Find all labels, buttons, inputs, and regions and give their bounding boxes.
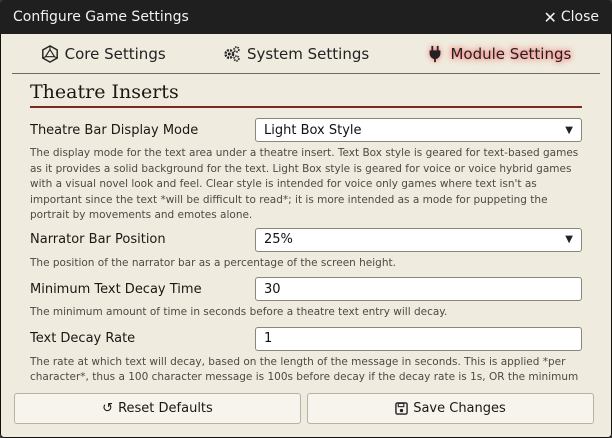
setting-hint: The minimum amount of time in seconds be… <box>30 306 448 318</box>
close-button[interactable]: ✕ Close <box>543 8 599 27</box>
chevron-down-icon: ▼ <box>565 124 573 136</box>
window-title: Configure Game Settings <box>13 9 189 25</box>
save-icon <box>395 402 408 415</box>
setting-row: Minimum Text Decay Time 30 <box>30 277 582 301</box>
settings-tabs: Core Settings System Settings Module Set… <box>12 34 600 74</box>
input-value: 1 <box>264 331 273 346</box>
footer: ↺ Reset Defaults Save Changes <box>14 393 594 425</box>
setting-label: Text Decay Rate <box>30 331 136 346</box>
close-icon: ✕ <box>543 7 557 27</box>
text-decay-rate-input[interactable]: 1 <box>255 326 582 351</box>
reset-defaults-label: Reset Defaults <box>118 401 213 416</box>
settings-content[interactable]: Theatre Inserts Theatre Bar Display Mode… <box>12 75 600 387</box>
undo-icon: ↺ <box>102 401 114 416</box>
settings-window: Configure Game Settings ✕ Close Core Set… <box>0 0 612 438</box>
setting-label: Minimum Text Decay Time <box>30 281 202 297</box>
save-changes-button[interactable]: Save Changes <box>307 393 594 424</box>
plug-icon <box>430 45 441 62</box>
narrator-bar-position-select[interactable]: 25% ▼ <box>255 227 582 252</box>
reset-defaults-button[interactable]: ↺ Reset Defaults <box>14 393 301 424</box>
save-changes-label: Save Changes <box>413 401 506 416</box>
select-value: Light Box Style <box>264 122 362 138</box>
tab-system-settings-label: System Settings <box>246 44 370 63</box>
setting-row: Narrator Bar Position 25% ▼ <box>30 227 582 252</box>
select-value: 25% <box>264 232 293 247</box>
setting-hint: The rate at which text will decay, based… <box>30 355 579 388</box>
tab-module-settings[interactable]: Module Settings <box>422 43 575 65</box>
tab-core-settings-label: Core Settings <box>64 44 166 63</box>
chevron-down-icon: ▼ <box>565 234 573 245</box>
setting-label: Theatre Bar Display Mode <box>30 122 199 138</box>
setting-hint: The display mode for the text area under… <box>30 147 579 221</box>
tab-module-settings-label: Module Settings <box>450 44 572 63</box>
close-label: Close <box>560 9 599 25</box>
window-titlebar[interactable]: Configure Game Settings ✕ Close <box>0 0 612 34</box>
theatre-bar-display-mode-select[interactable]: Light Box Style ▼ <box>255 118 582 142</box>
setting-hint: The position of the narrator bar as a pe… <box>30 256 396 269</box>
setting-label: Narrator Bar Position <box>30 232 166 247</box>
tab-system-settings[interactable]: System Settings <box>219 43 373 65</box>
setting-row: Theatre Bar Display Mode Light Box Style… <box>30 118 582 142</box>
input-value: 30 <box>264 281 281 297</box>
cogs-icon <box>224 45 240 62</box>
minimum-text-decay-time-input[interactable]: 30 <box>255 277 582 301</box>
d20-icon <box>41 44 58 63</box>
section-title: Theatre Inserts <box>30 81 582 108</box>
setting-row: Text Decay Rate 1 <box>30 326 582 351</box>
tab-core-settings[interactable]: Core Settings <box>37 43 170 65</box>
